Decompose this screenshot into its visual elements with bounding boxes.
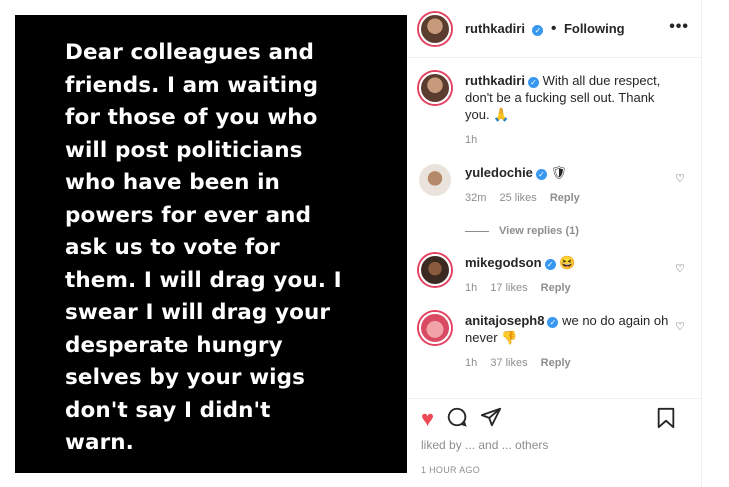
more-options-icon[interactable]: ••• (669, 18, 689, 36)
comment-username[interactable]: mikegodson (465, 255, 542, 270)
post-header: ruthkadiri ✓ • Following ••• (407, 0, 701, 58)
post-image: Dear colleagues and friends. I am waitin… (15, 15, 407, 473)
following-button[interactable]: Following (564, 21, 625, 36)
comment-text: 🛡 (550, 165, 568, 180)
caption: ruthkadiri ✓ With all due respect, don't … (419, 72, 687, 149)
comment-icon[interactable] (446, 406, 468, 432)
verified-icon: ✓ (544, 259, 556, 270)
comment-text: 😆 (559, 255, 576, 270)
heart-icon[interactable]: ♡ (675, 320, 685, 333)
list-item: anitajoseph8 ✓ we no do again oh never 👎 … (419, 312, 687, 372)
post-text: Dear colleagues and friends. I am waitin… (65, 40, 342, 455)
heart-icon[interactable]: ♥ (421, 407, 434, 430)
separator-dot: • (550, 19, 557, 37)
heart-icon[interactable]: ♡ (675, 262, 685, 275)
reply-button[interactable]: Reply (550, 192, 580, 204)
list-item: yuledochie ✓ 🛡 32m 25 likes Reply ♡ (419, 164, 687, 207)
view-replies-label: View replies (1) (499, 225, 579, 237)
comment-likes[interactable]: 25 likes (499, 192, 536, 204)
comment-username[interactable]: anitajoseph8 (465, 313, 544, 328)
comment-likes[interactable]: 17 likes (490, 282, 527, 294)
post-time: 1 HOUR AGO (421, 465, 481, 475)
list-item: mikegodson ✓ 😆 1h 17 likes Reply ♡ (419, 254, 687, 297)
comment-meta: 32m 25 likes Reply (465, 190, 680, 207)
action-bar: ♥ (407, 398, 702, 438)
caption-time[interactable]: 1h (465, 134, 477, 146)
comment-time[interactable]: 32m (465, 192, 486, 204)
view-replies-button[interactable]: View replies (1) (465, 225, 687, 237)
verified-icon: ✓ (532, 24, 544, 36)
caption-meta: 1h (465, 132, 680, 149)
comments-section: ruthkadiri ✓ With all due respect, don't … (407, 58, 701, 372)
header-username[interactable]: ruthkadiri (465, 21, 525, 36)
avatar[interactable] (419, 12, 451, 45)
comment-meta: 1h 37 likes Reply (465, 355, 680, 372)
comment-time[interactable]: 1h (465, 282, 477, 294)
avatar[interactable] (419, 72, 451, 104)
heart-icon[interactable]: ♡ (675, 172, 685, 185)
avatar[interactable] (419, 254, 451, 286)
reply-button[interactable]: Reply (541, 282, 571, 294)
liked-by-text[interactable]: liked by ... and ... others (421, 438, 548, 452)
share-icon[interactable] (480, 406, 502, 432)
header-info: ruthkadiri ✓ • Following (465, 20, 625, 38)
comment-username[interactable]: yuledochie (465, 165, 533, 180)
avatar[interactable] (419, 312, 451, 344)
reply-button[interactable]: Reply (541, 357, 571, 369)
verified-icon: ✓ (547, 317, 559, 328)
comment-likes[interactable]: 37 likes (490, 357, 527, 369)
comment-meta: 1h 17 likes Reply (465, 280, 680, 297)
comment-time[interactable]: 1h (465, 357, 477, 369)
post-sidebar: ruthkadiri ✓ • Following ••• ruthkadiri ✓… (407, 0, 702, 487)
verified-icon: ✓ (527, 77, 539, 88)
avatar[interactable] (419, 164, 451, 196)
caption-username[interactable]: ruthkadiri (465, 73, 525, 88)
bookmark-icon[interactable] (656, 407, 676, 433)
divider (465, 230, 489, 232)
verified-icon: ✓ (535, 169, 547, 180)
